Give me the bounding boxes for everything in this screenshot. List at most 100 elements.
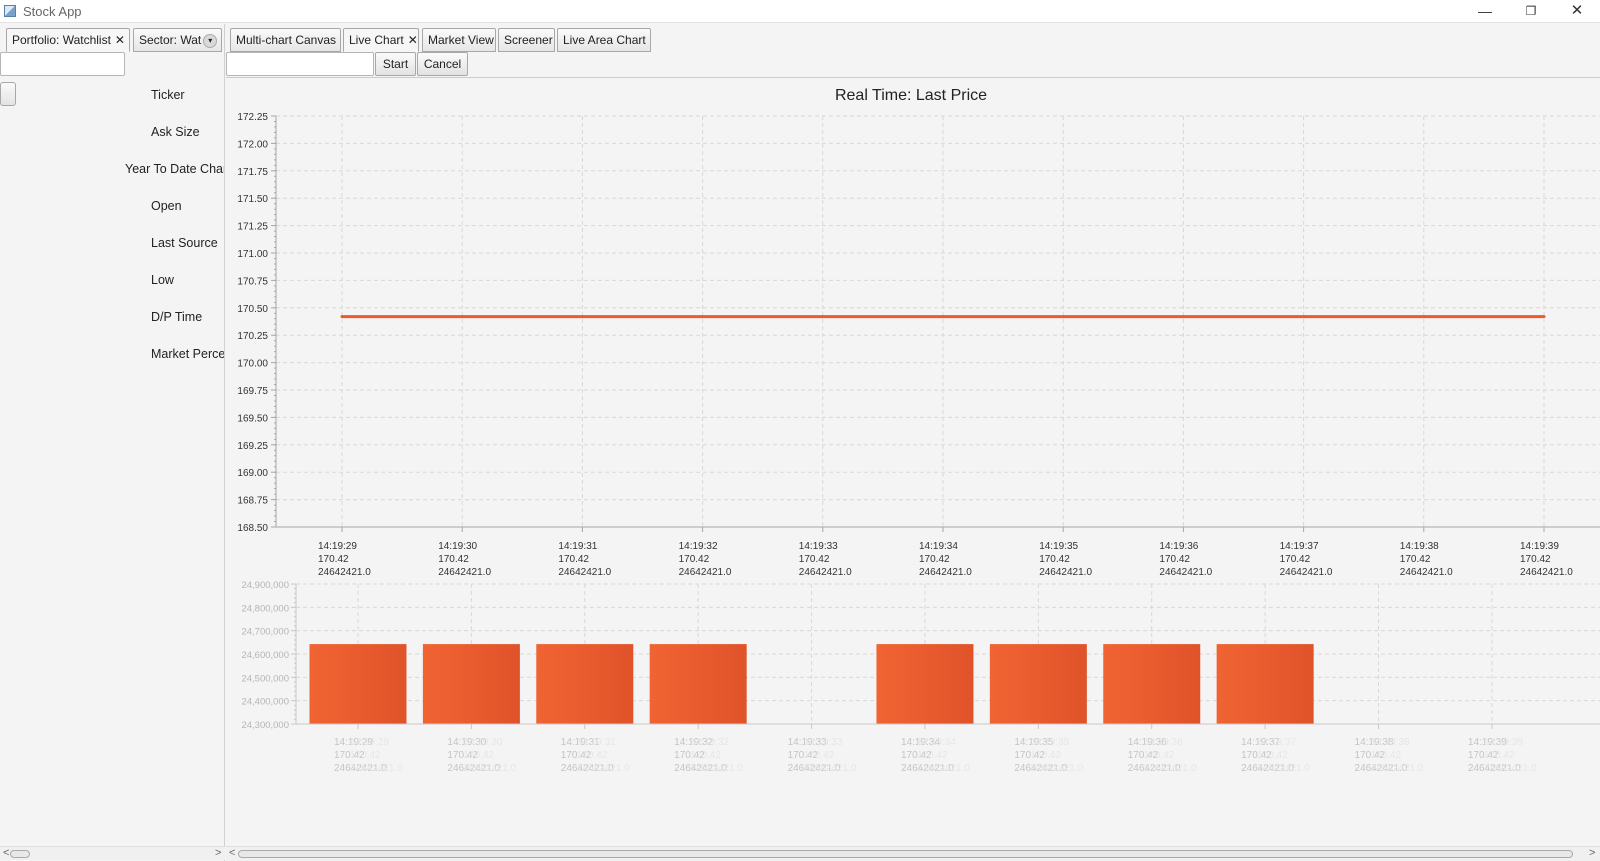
y-tick-label: 170.50 — [237, 304, 268, 315]
x-tick-label-ghost: 14:19:29 — [350, 737, 389, 748]
x-tick-label-ghost: 14:19:39 — [1484, 737, 1523, 748]
scroll-right-icon[interactable]: > — [1589, 847, 1595, 860]
x-tick-label-ghost: 170.42 — [690, 750, 721, 761]
x-tick-label-ghost: 24642421.0 — [577, 763, 630, 774]
data-point — [821, 315, 825, 319]
data-point — [1422, 315, 1426, 319]
x-tick-label: 170.42 — [799, 554, 830, 565]
minimize-button[interactable]: — — [1462, 0, 1508, 23]
y-tick-label: 24,500,000 — [241, 673, 289, 684]
x-tick-label-ghost: 24642421.0 — [1144, 763, 1197, 774]
data-point — [1542, 315, 1546, 319]
close-window-button[interactable]: ✕ — [1554, 0, 1600, 23]
y-tick-label: 168.50 — [237, 523, 268, 534]
tab-label: Portfolio: Watchlist — [12, 33, 111, 47]
bar — [309, 644, 407, 724]
tab-screener[interactable]: Screener — [498, 28, 555, 52]
tab-portfolio-watchlist[interactable]: Portfolio: Watchlist ✕ — [6, 28, 130, 52]
field-label-market-percent: Market Percen — [151, 347, 224, 361]
y-tick-label: 24,800,000 — [241, 603, 289, 614]
x-tick-label: 24642421.0 — [318, 567, 371, 578]
x-tick-label-ghost: 14:19:33 — [804, 737, 843, 748]
field-label-last-source: Last Source — [151, 236, 218, 250]
y-tick-label: 24,700,000 — [241, 627, 289, 638]
start-button[interactable]: Start — [375, 52, 416, 76]
data-point — [1181, 315, 1185, 319]
charts-svg: Real Time: Last Price 168.50 168.75 169.00 1… — [237, 87, 1600, 774]
scroll-left-icon[interactable]: < — [229, 847, 235, 860]
scrollbar-thumb[interactable] — [10, 850, 30, 858]
maximize-button[interactable]: ❐ — [1508, 0, 1554, 23]
expand-toggle-button[interactable] — [0, 82, 16, 106]
tab-live-chart[interactable]: Live Chart ✕ — [343, 28, 419, 52]
bar — [876, 644, 974, 724]
x-tick-label-ghost: 24642421.0 — [1257, 763, 1310, 774]
x-tick-label-ghost: 24642421.0 — [1484, 763, 1537, 774]
bar — [536, 644, 634, 724]
y-tick-label: 171.00 — [237, 249, 268, 260]
y-tick-label: 169.25 — [237, 441, 268, 452]
x-tick-label: 14:19:33 — [799, 541, 838, 552]
chart-horizontal-scrollbar[interactable]: < > — [226, 846, 1600, 861]
chevron-down-icon[interactable]: ▾ — [203, 33, 218, 48]
x-tick-label: 14:19:30 — [438, 541, 477, 552]
tab-label: Sector: Wat — [139, 33, 202, 47]
bar — [1216, 644, 1314, 724]
left-horizontal-scrollbar[interactable]: < > — [0, 846, 225, 860]
field-label-ask-size: Ask Size — [151, 125, 200, 139]
x-tick-label-ghost: 24642421.0 — [690, 763, 743, 774]
app-icon — [4, 5, 16, 17]
y-tick-label: 171.50 — [237, 194, 268, 205]
x-tick-label-ghost: 24642421.0 — [463, 763, 516, 774]
x-tick-label: 24642421.0 — [438, 567, 491, 578]
x-tick-label: 14:19:38 — [1400, 541, 1439, 552]
x-tick-label: 24642421.0 — [679, 567, 732, 578]
field-label-ytd-change: Year To Date Chang — [125, 162, 224, 176]
x-tick-label-ghost: 24642421.0 — [1371, 763, 1424, 774]
bar — [989, 644, 1087, 724]
x-tick-label: 14:19:39 — [1520, 541, 1559, 552]
x-tick-label-ghost: 14:19:37 — [1257, 737, 1296, 748]
x-tick-label-ghost: 24642421.0 — [804, 763, 857, 774]
left-search-input[interactable] — [0, 52, 125, 76]
window-title: Stock App — [23, 4, 82, 19]
close-icon[interactable]: ✕ — [115, 33, 125, 47]
scroll-left-icon[interactable]: < — [3, 847, 9, 860]
scroll-right-icon[interactable]: > — [215, 847, 221, 860]
scrollbar-thumb[interactable] — [238, 850, 1573, 858]
tab-label: Live Chart — [349, 33, 404, 47]
tab-market-view[interactable]: Market View — [422, 28, 496, 52]
x-tick-label: 170.42 — [1039, 554, 1070, 565]
x-tick-label: 170.42 — [679, 554, 710, 565]
y-tick-label: 172.00 — [237, 139, 268, 150]
chart-area: Real Time: Last Price 168.50 168.75 169.00 1… — [226, 77, 1600, 847]
y-tick-label: 169.75 — [237, 386, 268, 397]
x-tick-label: 170.42 — [919, 554, 950, 565]
y-tick-label: 24,300,000 — [241, 720, 289, 731]
x-tick-label: 24642421.0 — [1039, 567, 1092, 578]
data-point — [1061, 315, 1065, 319]
x-tick-label-ghost: 14:19:35 — [1030, 737, 1069, 748]
bar — [649, 644, 747, 724]
data-point — [1302, 315, 1306, 319]
close-icon[interactable]: ✕ — [408, 33, 418, 47]
y-tick-label: 170.00 — [237, 359, 268, 370]
cancel-button[interactable]: Cancel — [417, 52, 468, 76]
tab-live-area-chart[interactable]: Live Area Chart — [557, 28, 651, 52]
y-tick-label: 170.75 — [237, 276, 268, 287]
data-point — [580, 315, 584, 319]
field-label-open: Open — [151, 199, 182, 213]
x-tick-label: 170.42 — [1159, 554, 1190, 565]
x-tick-label-ghost: 170.42 — [1257, 750, 1288, 761]
tab-multi-chart-canvas[interactable]: Multi-chart Canvas — [230, 28, 341, 52]
tab-sector[interactable]: Sector: Wat ▾ — [133, 28, 222, 52]
x-tick-label: 14:19:34 — [919, 541, 958, 552]
x-tick-label: 14:19:32 — [679, 541, 718, 552]
symbol-input[interactable] — [226, 52, 374, 76]
y-tick-label: 24,600,000 — [241, 650, 289, 661]
x-tick-label: 24642421.0 — [1159, 567, 1212, 578]
data-point — [340, 315, 344, 319]
x-tick-label-ghost: 14:19:30 — [463, 737, 502, 748]
x-tick-label-ghost: 170.42 — [350, 750, 381, 761]
x-tick-label: 170.42 — [318, 554, 349, 565]
